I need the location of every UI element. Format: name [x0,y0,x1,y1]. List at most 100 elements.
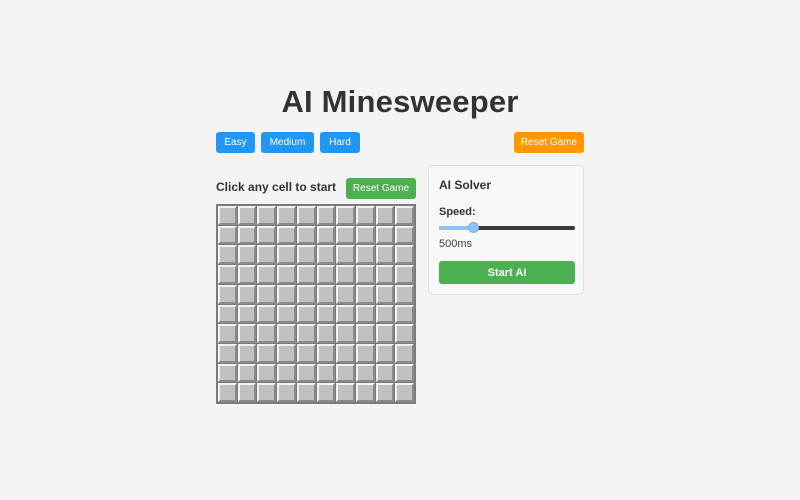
board-cell[interactable] [375,304,395,324]
board-cell[interactable] [375,383,395,402]
speed-slider-thumb[interactable] [468,222,479,233]
board-cell[interactable] [395,265,414,284]
board-cell[interactable] [237,284,257,304]
board-cell[interactable] [355,284,375,304]
board-cell[interactable] [375,265,395,284]
board-cell[interactable] [237,225,257,245]
board-cell[interactable] [395,383,414,402]
board-cell[interactable] [218,343,237,363]
board-cell[interactable] [277,363,296,383]
board-cell[interactable] [296,265,316,284]
board-cell[interactable] [355,206,375,225]
board-cell[interactable] [336,265,355,284]
board-cell[interactable] [237,304,257,324]
board-cell[interactable] [316,284,336,304]
board-cell[interactable] [218,206,237,225]
board-cell[interactable] [296,304,316,324]
board-cell[interactable] [355,324,375,343]
board-cell[interactable] [277,206,296,225]
board-cell[interactable] [237,265,257,284]
board-cell[interactable] [237,383,257,402]
board-cell[interactable] [336,245,355,265]
board-cell[interactable] [355,265,375,284]
board-cell[interactable] [277,343,296,363]
board-cell[interactable] [218,245,237,265]
board-cell[interactable] [218,225,237,245]
board-cell[interactable] [277,265,296,284]
board-cell[interactable] [355,343,375,363]
board-cell[interactable] [336,304,355,324]
board-cell[interactable] [257,225,277,245]
board-cell[interactable] [257,304,277,324]
board-cell[interactable] [355,225,375,245]
board-cell[interactable] [336,343,355,363]
board-cell[interactable] [237,363,257,383]
board-cell[interactable] [316,324,336,343]
board-cell[interactable] [375,284,395,304]
board-cell[interactable] [218,284,237,304]
board-cell[interactable] [257,206,277,225]
board-cell[interactable] [316,265,336,284]
board-cell[interactable] [218,324,237,343]
board-cell[interactable] [257,383,277,402]
board-cell[interactable] [257,265,277,284]
start-ai-button[interactable]: Start AI [439,261,575,284]
board-cell[interactable] [355,383,375,402]
board-cell[interactable] [218,363,237,383]
board-cell[interactable] [375,245,395,265]
board-cell[interactable] [395,324,414,343]
board-cell[interactable] [395,225,414,245]
board-cell[interactable] [257,324,277,343]
board-cell[interactable] [395,304,414,324]
board-cell[interactable] [218,265,237,284]
board-cell[interactable] [257,343,277,363]
board-cell[interactable] [395,343,414,363]
board-cell[interactable] [316,383,336,402]
board-cell[interactable] [257,245,277,265]
board-cell[interactable] [296,324,316,343]
board-cell[interactable] [296,343,316,363]
board-cell[interactable] [277,383,296,402]
board-cell[interactable] [296,225,316,245]
medium-button[interactable]: Medium [261,132,314,153]
board-cell[interactable] [395,363,414,383]
hard-button[interactable]: Hard [320,132,360,153]
board-cell[interactable] [375,343,395,363]
board-cell[interactable] [316,304,336,324]
board-cell[interactable] [296,363,316,383]
board-cell[interactable] [395,245,414,265]
board-cell[interactable] [336,324,355,343]
board-reset-game-button[interactable]: Reset Game [346,178,416,199]
speed-slider[interactable] [439,222,575,234]
board-cell[interactable] [277,225,296,245]
board-cell[interactable] [316,343,336,363]
board-cell[interactable] [296,245,316,265]
board-cell[interactable] [277,304,296,324]
board-cell[interactable] [395,206,414,225]
board-cell[interactable] [395,284,414,304]
board-cell[interactable] [336,383,355,402]
board-cell[interactable] [355,304,375,324]
board-cell[interactable] [336,284,355,304]
top-reset-game-button[interactable]: Reset Game [514,132,584,153]
board-cell[interactable] [237,324,257,343]
easy-button[interactable]: Easy [216,132,255,153]
board-cell[interactable] [257,284,277,304]
board-cell[interactable] [316,245,336,265]
board-cell[interactable] [375,225,395,245]
board-cell[interactable] [277,324,296,343]
board-cell[interactable] [296,284,316,304]
board-cell[interactable] [316,206,336,225]
board-cell[interactable] [375,324,395,343]
board-cell[interactable] [375,363,395,383]
board-cell[interactable] [257,363,277,383]
board-cell[interactable] [237,343,257,363]
board-cell[interactable] [355,363,375,383]
board-cell[interactable] [218,304,237,324]
board-cell[interactable] [237,245,257,265]
board-cell[interactable] [355,245,375,265]
board-cell[interactable] [296,383,316,402]
board-cell[interactable] [277,245,296,265]
board-cell[interactable] [316,225,336,245]
board-cell[interactable] [277,284,296,304]
